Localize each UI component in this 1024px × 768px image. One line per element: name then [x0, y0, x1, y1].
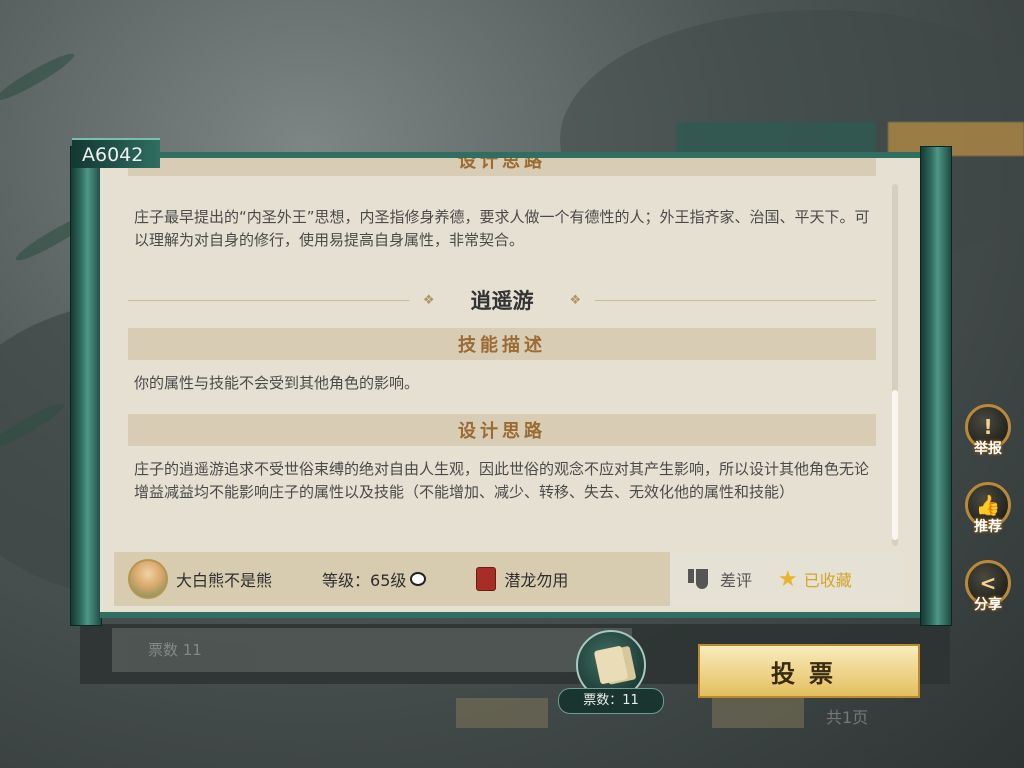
design-text-2: 庄子的逍遥游追求不受世俗束缚的绝对自由人生观，因此世俗的观念不应对其产生影响，所… — [134, 460, 870, 501]
votes-display: 票数 11 — [112, 628, 632, 672]
skill-title-row: ❖ 逍遥游 ❖ — [128, 282, 876, 318]
recommend-label: 推荐 — [974, 519, 1002, 535]
scrollbar-thumb[interactable] — [892, 390, 898, 540]
avatar[interactable] — [128, 559, 168, 599]
scroll-rod-right — [920, 146, 952, 626]
design-text-1: 庄子最早提出的“内圣外王”思想，内圣指修身养德，要求人做一个有德性的人；外王指齐… — [134, 208, 870, 249]
card-actions: 差评 ★ 已收藏 — [670, 552, 904, 606]
author-level: 等级：65级 — [322, 567, 427, 591]
thumbs-down-icon — [688, 569, 710, 589]
ornament-icon: ❖ — [569, 292, 582, 308]
author-name[interactable]: 大白熊不是熊 — [176, 567, 272, 591]
report-button[interactable]: ! 举报 — [962, 404, 1014, 466]
card-code: A6042 — [72, 138, 160, 168]
badge-icon — [476, 567, 497, 591]
skill-description-text: 你的属性与技能不会受到其他角色的影响。 — [134, 374, 420, 392]
next-page-button[interactable] — [712, 698, 804, 728]
card-content[interactable]: 设计思路 庄子最早提出的“内圣外王”思想，内圣指修身养德，要求人做一个有德性的人… — [114, 158, 880, 546]
share-label: 分享 — [974, 597, 1002, 613]
report-label: 举报 — [974, 441, 1002, 457]
scroll-rod-left — [70, 146, 102, 626]
content-scrollbar[interactable] — [892, 184, 898, 546]
author-title: 潜龙勿用 — [476, 567, 568, 591]
badge-title-text: 潜龙勿用 — [504, 571, 569, 590]
card-footer: 大白熊不是熊 等级：65级 潜龙勿用 差评 ★ 已收藏 — [114, 552, 904, 606]
prev-page-button[interactable] — [456, 698, 548, 728]
background-title — [110, 62, 360, 142]
panda-icon — [410, 572, 427, 586]
section-header-design-1: 设计思路 — [128, 158, 876, 176]
skill-card-panel: 设计思路 庄子最早提出的“内圣外王”思想，内圣指修身养德，要求人做一个有德性的人… — [100, 152, 920, 618]
vote-button[interactable]: 投票 — [698, 644, 920, 698]
ticket-count: 票数：11 — [558, 688, 664, 714]
dislike-button[interactable]: 差评 — [688, 567, 752, 591]
dislike-label: 差评 — [720, 571, 753, 590]
skill-title: 逍遥游 — [470, 289, 534, 313]
recommend-button[interactable]: 👍 推荐 — [962, 482, 1014, 544]
background-tab-1[interactable] — [676, 122, 876, 156]
share-button[interactable]: < 分享 — [962, 560, 1014, 622]
ticket-icon — [593, 645, 629, 685]
section-header-design-2: 设计思路 — [128, 414, 876, 446]
star-icon: ★ — [778, 566, 798, 592]
section-header-description: 技能描述 — [128, 328, 876, 360]
background-tab-2[interactable] — [888, 122, 1024, 156]
level-text: 等级：65级 — [322, 571, 407, 590]
favorite-label: 已收藏 — [803, 571, 852, 590]
total-pages: 共1页 — [826, 708, 869, 727]
ornament-icon: ❖ — [422, 292, 435, 308]
favorite-button[interactable]: ★ 已收藏 — [778, 567, 852, 592]
